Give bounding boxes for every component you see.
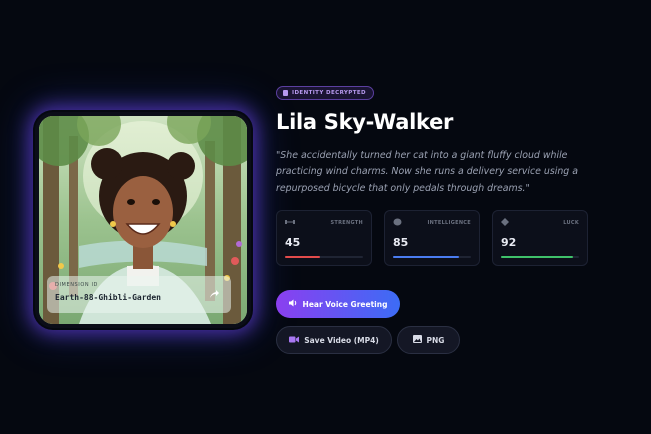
badge-text: IDENTITY DECRYPTED [292,90,367,96]
stat-label: LUCK [563,220,579,226]
share-arrow-icon[interactable] [207,288,221,302]
stat-bar-track [501,256,579,258]
character-name: Lila Sky-Walker [276,110,454,134]
dimension-id-label: DIMENSION ID [55,282,98,288]
voice-button-label: Hear Voice Greeting [302,299,388,309]
character-backstory: "She accidentally turned her cat into a … [276,150,578,194]
stat-card-luck: LUCK 92 [492,210,588,266]
dimension-id-value: Earth-88-Ghibli-Garden [55,293,161,302]
stat-value: 45 [285,236,301,249]
stat-label: STRENGTH [330,220,363,226]
stat-value: 85 [393,236,409,249]
save-png-button[interactable]: PNG [397,326,460,354]
hear-voice-greeting-button[interactable]: Hear Voice Greeting [276,290,400,318]
stat-bar-fill [285,256,321,258]
portrait-card: DIMENSION ID Earth-88-Ghibli-Garden [35,112,251,328]
stat-bar-fill [393,256,460,258]
stat-bar-fill [501,256,573,258]
video-button-label: Save Video (MP4) [304,335,379,345]
stat-bar-track [393,256,471,258]
video-camera-icon [289,336,300,345]
save-video-button[interactable]: Save Video (MP4) [276,326,392,354]
dimension-id-panel: DIMENSION ID Earth-88-Ghibli-Garden [47,276,231,313]
stat-label: INTELLIGENCE [427,220,471,226]
stat-card-intelligence: INTELLIGENCE 85 [384,210,480,266]
stat-bar-track [285,256,363,258]
png-button-label: PNG [426,335,445,345]
stat-value: 92 [501,236,517,249]
stat-card-strength: STRENGTH 45 [276,210,372,266]
image-icon [412,335,422,345]
speaker-icon [288,299,298,309]
identity-decrypted-badge: IDENTITY DECRYPTED [276,86,375,100]
dumbbell-icon [285,218,295,227]
clover-icon [501,218,511,227]
brain-icon [393,218,403,227]
file-icon [283,90,288,96]
